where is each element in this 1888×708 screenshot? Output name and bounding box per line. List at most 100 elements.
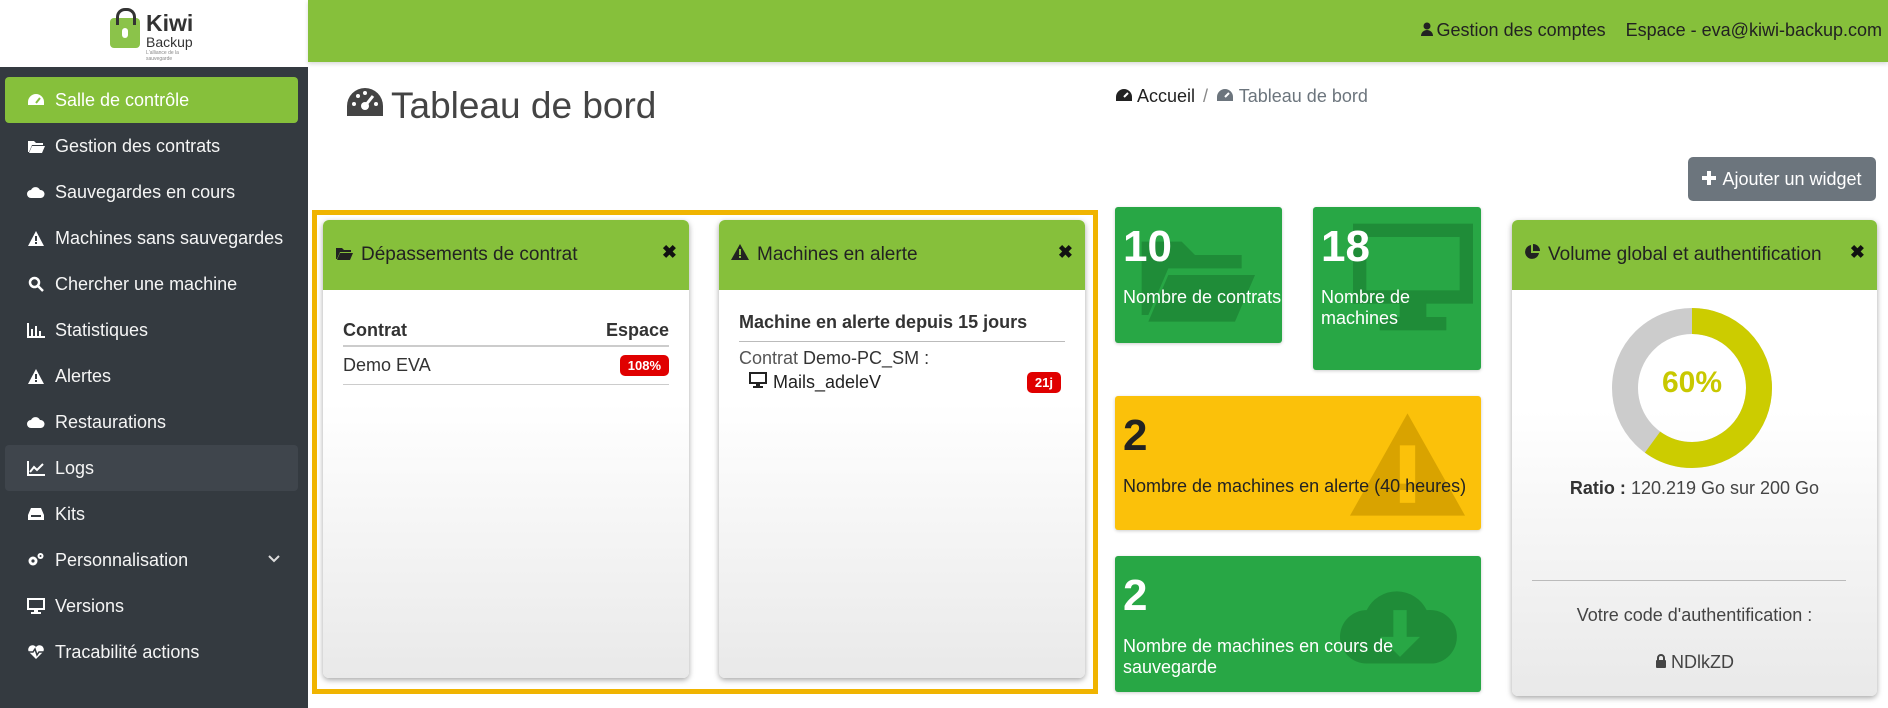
widget-contract-overrun[interactable]: Dépassements de contrat ✖ Contrat Espace… — [323, 220, 689, 678]
lock-icon — [1655, 652, 1667, 673]
top-links: Gestion des comptes Espace - eva@kiwi-ba… — [1420, 20, 1882, 41]
sidebar-item-restaurations[interactable]: Restaurations — [5, 399, 298, 445]
sidebar-item-versions[interactable]: Versions — [5, 583, 298, 629]
space-account-link[interactable]: Espace - eva@kiwi-backup.com — [1626, 20, 1882, 41]
sidebar-nav: Salle de contrôle Gestion des contrats S… — [5, 77, 298, 675]
gauge-icon — [1115, 86, 1137, 106]
widget-volume-auth[interactable]: Volume global et authentification ✖ 60% … — [1512, 220, 1877, 696]
overrun-table: Contrat Espace Demo EVA 108% — [343, 320, 669, 385]
volume-donut-chart: 60% — [1612, 308, 1772, 468]
heartbeat-icon — [25, 644, 47, 660]
stat-machines[interactable]: 18 Nombre de machines — [1313, 207, 1481, 370]
plus-icon — [1702, 169, 1717, 190]
logo-name: Kiwi — [146, 10, 194, 36]
cogs-icon — [25, 552, 47, 568]
sidebar-item-logs[interactable]: Logs — [5, 445, 298, 491]
widget-machines-alert[interactable]: Machines en alerte ✖ Machine en alerte d… — [719, 220, 1085, 678]
sidebar-item-label: Personnalisation — [55, 549, 189, 570]
ratio-text: Ratio : 120.219 Go sur 200 Go — [1512, 478, 1877, 499]
alert-machine-row[interactable]: Mails_adeleV 21j — [749, 372, 1061, 393]
close-icon[interactable]: ✖ — [662, 242, 677, 263]
sidebar-item-personnalisation[interactable]: Personnalisation — [5, 537, 298, 583]
breadcrumb: Accueil / Tableau de bord — [1115, 86, 1368, 107]
stat-value: 2 — [1123, 571, 1148, 620]
contract-label: Contrat — [739, 348, 799, 368]
cloud-upload-icon — [25, 185, 47, 199]
widget-title: Volume global et authentification — [1548, 244, 1822, 265]
stat-machines-backup[interactable]: 2 Nombre de machines en cours de sauvega… — [1115, 556, 1481, 692]
pie-chart-icon — [1524, 244, 1540, 266]
sidebar-item-label: Chercher une machine — [55, 273, 238, 294]
space-badge: 108% — [619, 355, 669, 376]
breadcrumb-separator: / — [1203, 86, 1209, 106]
sidebar-item-tracabilite-actions[interactable]: Tracabilité actions — [5, 629, 298, 675]
page-title: Tableau de bord — [345, 85, 656, 127]
sidebar-item-sauvegardes-en-cours[interactable]: Sauvegardes en cours — [5, 169, 298, 215]
alert-contract: Contrat Demo-PC_SM : — [739, 348, 929, 369]
sidebar-item-label: Logs — [55, 457, 95, 478]
sidebar-item-kits[interactable]: Kits — [5, 491, 298, 537]
user-icon — [1420, 20, 1433, 41]
sidebar-item-chercher-une-machine[interactable]: Chercher une machine — [5, 261, 298, 307]
add-widget-label: Ajouter un widget — [1722, 168, 1862, 189]
logo-tagline: L'alliance de la sauvegarde — [146, 50, 179, 62]
breadcrumb-current: Tableau de bord — [1216, 86, 1368, 107]
close-icon[interactable]: ✖ — [1850, 242, 1865, 263]
widget-header[interactable]: Machines en alerte ✖ — [719, 220, 1085, 290]
sidebar-item-statistiques[interactable]: Statistiques — [5, 307, 298, 353]
add-widget-button[interactable]: Ajouter un widget — [1688, 157, 1876, 201]
percent-label: 60% — [1661, 366, 1723, 399]
gauge-icon — [25, 92, 47, 108]
gauge-icon — [345, 85, 385, 127]
sidebar-item-alertes[interactable]: Alertes — [5, 353, 298, 399]
sidebar-item-salle-de-controle[interactable]: Salle de contrôle — [5, 77, 298, 123]
breadcrumb-home-label: Accueil — [1137, 86, 1196, 106]
sidebar: Kiwi Backup L'alliance de la sauvegarde … — [0, 0, 308, 708]
machine-name[interactable]: Mails_adeleV — [773, 372, 881, 393]
warning-icon — [25, 230, 47, 246]
stat-value: 2 — [1123, 411, 1148, 460]
stat-contracts[interactable]: 10 Nombre de contrats — [1115, 207, 1282, 343]
sidebar-item-label: Sauvegardes en cours — [55, 181, 236, 202]
sidebar-item-label: Machines sans sauvegardes — [55, 227, 284, 248]
widget-title: Machines en alerte — [757, 244, 918, 265]
auth-code: NDlkZD — [1512, 652, 1877, 673]
folder-open-icon — [335, 244, 353, 266]
folder-open-icon — [25, 139, 47, 153]
stat-label: Nombre de contrats — [1123, 287, 1282, 307]
warning-icon — [25, 368, 47, 384]
space-account-label: Espace - eva@kiwi-backup.com — [1625, 20, 1882, 40]
stat-value: 10 — [1123, 222, 1172, 271]
widget-header[interactable]: Volume global et authentification ✖ — [1512, 220, 1877, 290]
days-badge: 21j — [1026, 372, 1061, 393]
divider — [1532, 580, 1846, 581]
close-icon[interactable]: ✖ — [1058, 242, 1073, 263]
logo-sub: Backup — [146, 34, 193, 50]
breadcrumb-home[interactable]: Accueil — [1115, 86, 1195, 107]
table-header: Contrat Espace — [343, 320, 669, 347]
widget-title: Dépassements de contrat — [361, 244, 578, 265]
contract-name[interactable]: Demo EVA — [343, 355, 431, 376]
logo[interactable]: Kiwi Backup L'alliance de la sauvegarde — [110, 8, 200, 62]
sidebar-item-label: Restaurations — [55, 411, 167, 432]
bar-chart-icon — [25, 322, 47, 338]
inbox-icon — [25, 507, 47, 521]
stat-machines-alert[interactable]: 2 Nombre de machines en alerte (40 heure… — [1115, 396, 1481, 530]
sidebar-item-label: Statistiques — [55, 319, 149, 340]
ratio-value: 120.219 Go sur 200 Go — [1630, 478, 1820, 498]
widget-header[interactable]: Dépassements de contrat ✖ — [323, 220, 689, 290]
auth-code-value: NDlkZD — [1671, 652, 1734, 672]
chevron-down-icon — [268, 550, 280, 566]
auth-label: Votre code d'authentification : — [1576, 605, 1813, 625]
sidebar-item-gestion-des-contrats[interactable]: Gestion des contrats — [5, 123, 298, 169]
table-row[interactable]: Demo EVA 108% — [343, 347, 669, 385]
sidebar-item-label: Salle de contrôle — [55, 89, 190, 110]
search-icon — [25, 276, 47, 292]
contract-value[interactable]: Demo-PC_SM : — [803, 348, 929, 368]
sidebar-item-machines-sans-sauvegardes[interactable]: Machines sans sauvegardes — [5, 215, 298, 261]
cloud-download-icon — [25, 415, 47, 429]
line-chart-icon — [25, 460, 47, 476]
accounts-link[interactable]: Gestion des comptes — [1420, 20, 1606, 41]
stat-label: Nombre de machines en alerte (40 heures) — [1123, 476, 1467, 496]
stat-label: Nombre de machines en cours de sauvegard… — [1123, 636, 1394, 677]
